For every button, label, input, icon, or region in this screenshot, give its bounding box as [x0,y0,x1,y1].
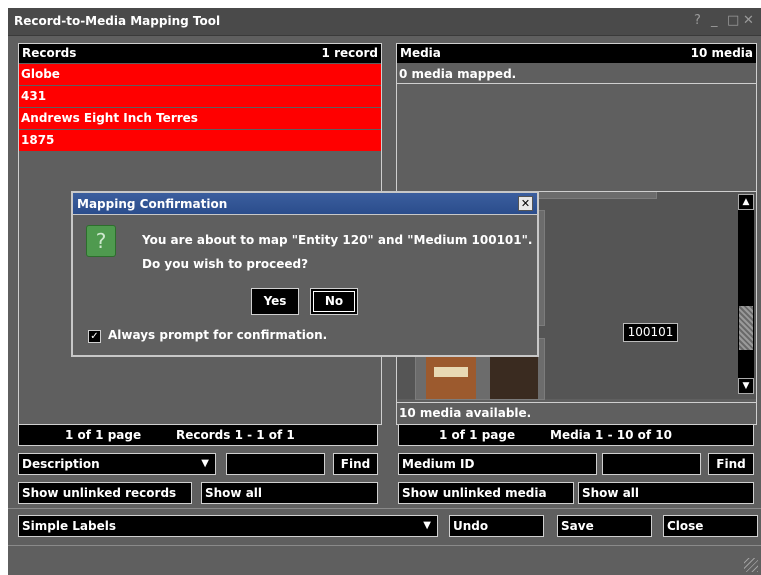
records-show-all-button[interactable]: Show all [201,482,378,504]
record-field-date[interactable]: 1875 [19,130,381,151]
undo-button[interactable]: Undo [449,515,544,537]
records-pager: 1 of 1 page Records 1 - 1 of 1 [18,424,378,446]
close-button[interactable]: Close [663,515,758,537]
dialog-close-icon[interactable]: ✕ [518,196,533,211]
records-find-button[interactable]: Find [333,453,378,475]
media-search-field-select[interactable]: Medium ID [398,453,597,475]
media-available-status: 10 media available. [397,402,756,424]
media-scrollbar[interactable]: ▲ ▼ [738,194,754,394]
label-mode-select[interactable]: Simple Labels ▼ [18,515,438,537]
yes-button[interactable]: Yes [251,288,299,315]
window-title: Record-to-Media Mapping Tool [14,14,221,28]
scroll-down-icon[interactable]: ▼ [738,378,754,394]
close-window-icon[interactable]: ✕ [743,13,754,28]
media-count: 10 media [690,46,753,60]
record-field-title[interactable]: Globe [19,64,381,85]
no-button[interactable]: No [310,288,358,315]
media-pager: 1 of 1 page Media 1 - 10 of 10 [398,424,754,446]
resize-grip-icon[interactable] [744,558,758,572]
media-search-input[interactable] [602,453,701,475]
window-titlebar[interactable]: Record-to-Media Mapping Tool ? _ □ ✕ [8,8,761,36]
divider [8,508,761,509]
confirmation-checkbox[interactable]: ✓ [88,330,101,343]
label-mode-value: Simple Labels [22,519,117,533]
dialog-titlebar[interactable]: Mapping Confirmation ✕ [73,193,537,215]
records-header: Records 1 record [19,44,381,63]
records-count: 1 record [321,46,378,60]
question-icon: ? [86,225,116,257]
records-header-label: Records [22,46,77,60]
scroll-thumb[interactable] [739,306,753,350]
records-search-field-select[interactable]: Description ▼ [18,453,216,475]
chevron-down-icon: ▼ [201,458,209,469]
media-mapped-status: 0 media mapped. [397,64,756,84]
records-search-field-value: Description [22,457,100,471]
show-unlinked-media-button[interactable]: Show unlinked media [398,482,574,504]
save-button[interactable]: Save [557,515,652,537]
media-find-button[interactable]: Find [708,453,754,475]
dialog-title: Mapping Confirmation [77,197,228,211]
media-range: Media 1 - 10 of 10 [550,428,672,442]
scroll-up-icon[interactable]: ▲ [738,194,754,210]
divider [8,545,761,546]
help-icon[interactable]: ? [694,13,701,28]
record-field-id[interactable]: 431 [19,86,381,107]
dialog-message: You are about to map "Entity 120" and "M… [142,233,533,247]
records-page-info: 1 of 1 page [65,428,142,442]
media-id-label: 100101 [623,323,678,342]
confirmation-checkbox-label[interactable]: Always prompt for confirmation. [108,328,327,342]
media-header: Media 10 media [397,44,756,63]
mapping-confirmation-dialog: Mapping Confirmation ✕ ? You are about t… [71,191,539,357]
dialog-question: Do you wish to proceed? [142,257,309,271]
show-unlinked-records-button[interactable]: Show unlinked records [18,482,192,504]
media-header-label: Media [400,46,441,60]
record-field-maker[interactable]: Andrews Eight Inch Terres [19,108,381,129]
chevron-down-icon: ▼ [423,520,431,531]
media-show-all-button[interactable]: Show all [578,482,754,504]
maximize-icon[interactable]: □ [727,13,739,28]
media-page-info: 1 of 1 page [439,428,516,442]
minimize-icon[interactable]: _ [711,13,718,28]
records-search-input[interactable] [226,453,325,475]
records-range: Records 1 - 1 of 1 [176,428,295,442]
